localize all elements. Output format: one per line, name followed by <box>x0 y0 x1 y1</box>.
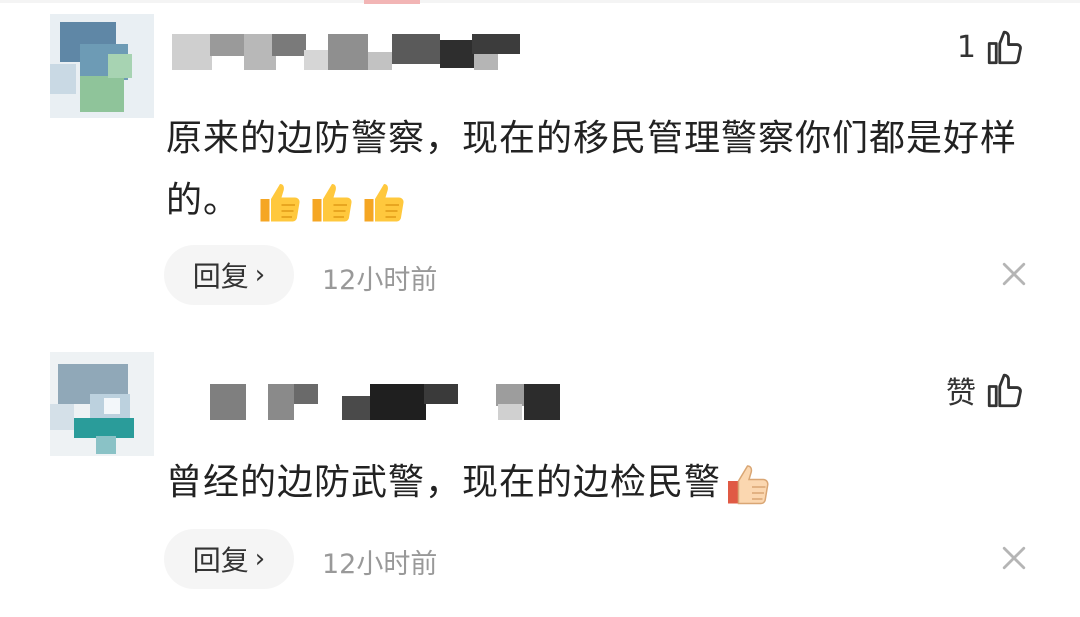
comment-text: 原来的边防警察，现在的移民管理警察你们都是好样的。 <box>166 108 1026 232</box>
comment-item: 1 原来的边防警察，现在的移民管理警察你们都是好样的。 回复 › 12小时前 <box>0 0 1080 330</box>
comment-text: 曾经的边防武警，现在的边检民警 <box>166 452 1026 514</box>
thumbs-up-yellow-icon <box>260 184 301 222</box>
username-redacted[interactable] <box>210 378 560 426</box>
emoji-group <box>240 180 408 222</box>
username-redacted[interactable] <box>172 30 522 78</box>
thumbs-up-icon <box>987 30 1022 65</box>
avatar[interactable] <box>50 14 154 118</box>
close-icon[interactable] <box>1000 260 1028 288</box>
like-button[interactable]: 赞 <box>946 368 1026 412</box>
chevron-right-icon: › <box>254 544 266 574</box>
like-button[interactable]: 1 <box>957 26 1026 68</box>
close-icon[interactable] <box>1000 544 1028 572</box>
comment-list-page: 1 原来的边防警察，现在的移民管理警察你们都是好样的。 回复 › 12小时前 赞… <box>0 0 1080 617</box>
chevron-right-icon: › <box>254 260 266 290</box>
like-label: 赞 <box>946 376 976 411</box>
thumbs-up-icon <box>987 373 1022 408</box>
comment-body: 曾经的边防武警，现在的边检民警 <box>166 462 722 503</box>
reply-button[interactable]: 回复 › <box>164 245 294 305</box>
thumbs-up-yellow-icon <box>364 184 405 222</box>
comment-time: 12小时前 <box>322 265 438 296</box>
comment-item: 赞 曾经的边防武警，现在的边检民警 回复 › 12小时前 <box>0 330 1080 617</box>
like-count: 1 <box>956 29 976 65</box>
reply-label: 回复 <box>192 544 249 577</box>
avatar[interactable] <box>50 352 154 456</box>
thumbs-up-light-icon <box>728 465 769 505</box>
reply-label: 回复 <box>192 260 249 293</box>
comment-time: 12小时前 <box>322 549 438 580</box>
reply-button[interactable]: 回复 › <box>164 529 294 589</box>
thumbs-up-yellow-icon <box>312 184 353 222</box>
